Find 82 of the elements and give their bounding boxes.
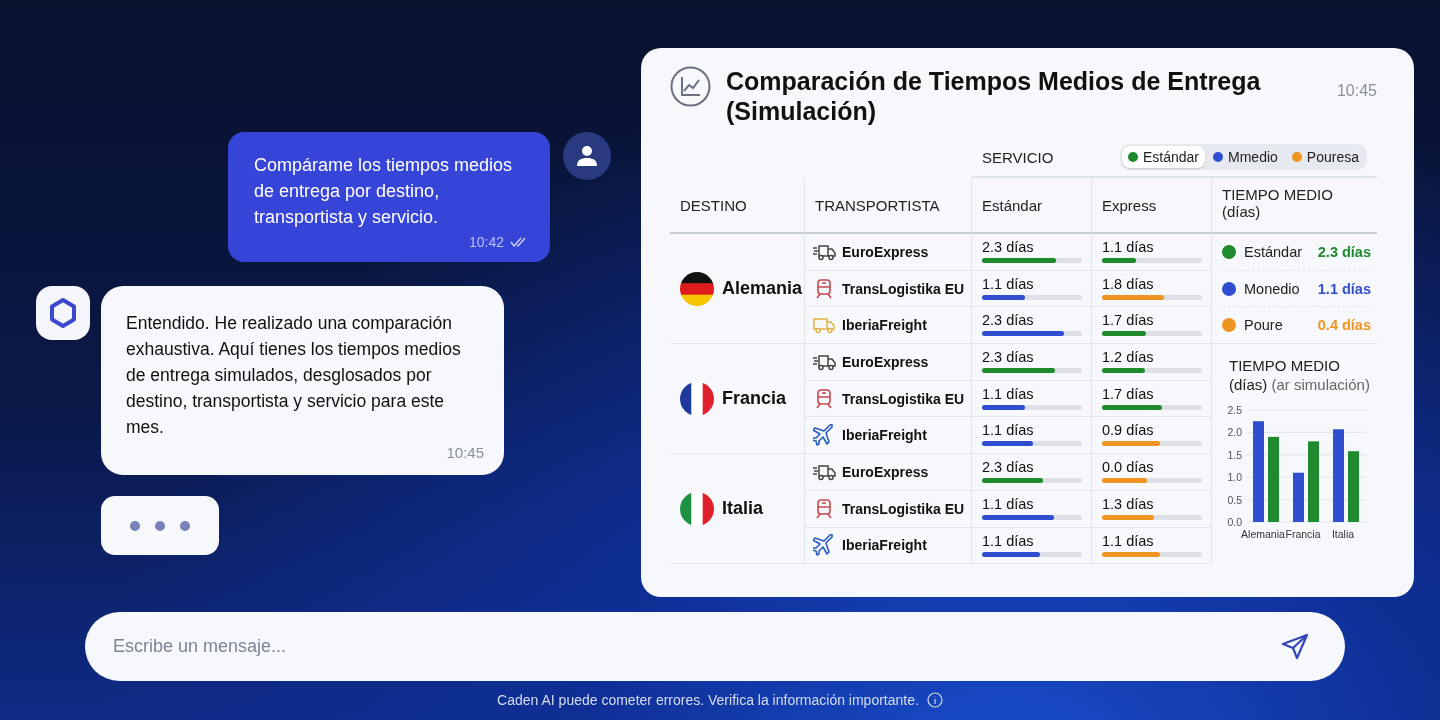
- axis-label: Francia: [1285, 528, 1321, 541]
- truck-icon: [812, 315, 836, 336]
- message-input-bar[interactable]: Escribe un mensaje...: [85, 612, 1345, 681]
- chart-bar: [1348, 451, 1359, 523]
- person-icon: [576, 145, 598, 167]
- train-icon: [814, 277, 834, 300]
- destination-name: Francia: [722, 388, 787, 410]
- delivery-time: 1.7 días: [1102, 385, 1155, 402]
- carrier-name: TransLogistika EU: [842, 390, 965, 407]
- summary-label: Monedio: [1244, 280, 1300, 297]
- delivery-time: 2.3 días: [982, 459, 1035, 476]
- axis-label: Italia: [1331, 528, 1355, 541]
- train-icon: [814, 387, 834, 410]
- delivery-time: 0.0 días: [1102, 459, 1155, 476]
- summary-value: 0.4 días: [1317, 317, 1371, 334]
- column-header: TIEMPO MEDIO (días): [1222, 186, 1334, 220]
- column-header: DESTINO: [680, 196, 747, 214]
- carrier-name: IberiaFreight: [842, 427, 927, 444]
- message-field[interactable]: Escribe un mensaje...: [111, 635, 1281, 658]
- axis-label: 0.5: [1227, 493, 1242, 506]
- carrier-name: EuroExpress: [842, 353, 929, 370]
- delivery-time: 1.8 días: [1102, 275, 1155, 292]
- send-button[interactable]: [1281, 632, 1309, 661]
- axis-label: 2.5: [1227, 404, 1242, 417]
- delivery-time: 1.2 días: [1102, 349, 1155, 366]
- destination-name: Alemania: [722, 278, 803, 300]
- column-header: Express: [1102, 196, 1157, 214]
- delivery-time: 1.7 días: [1102, 312, 1155, 329]
- disclaimer-text: Caden AI puede cometer errores. Verifica la información importante.: [497, 692, 919, 708]
- delivery-time: 1.3 días: [1102, 495, 1155, 512]
- flag-icon: [680, 491, 714, 526]
- typing-dots-icon: [129, 519, 191, 532]
- carrier-name: TransLogistika EU: [842, 280, 965, 297]
- delivery-time: 1.1 días: [982, 495, 1035, 512]
- delivery-time: 2.3 días: [982, 239, 1035, 255]
- summary-label: Poure: [1244, 317, 1283, 334]
- axis-label: 1.0: [1227, 471, 1242, 484]
- column-header: TRANSPORTISTA: [815, 196, 940, 214]
- info-icon[interactable]: [926, 692, 943, 708]
- carrier-name: IberiaFreight: [842, 317, 927, 334]
- flag-icon: [680, 381, 714, 416]
- delivery-time: 1.1 días: [982, 422, 1035, 439]
- chart-bar: [1293, 472, 1304, 523]
- summary-value: 1.1 días: [1317, 280, 1371, 297]
- delivery-time: 2.3 días: [982, 349, 1035, 366]
- delivery-time: 0.9 días: [1102, 422, 1155, 439]
- carrier-name: TransLogistika EU: [842, 500, 965, 517]
- summary-label: Estándar: [1244, 243, 1303, 260]
- delivery-time: 1.1 días: [1102, 239, 1155, 255]
- card-title: Comparación de Tiempos Medios de Entrega (Simulación): [726, 66, 1262, 126]
- delivery-time: 1.1 días: [982, 275, 1035, 292]
- send-icon: [1281, 632, 1309, 661]
- train-icon: [814, 497, 834, 520]
- delivery-time: 2.3 días: [982, 312, 1035, 329]
- line-chart-icon: [670, 66, 711, 107]
- delivery-time: 1.1 días: [982, 532, 1035, 549]
- axis-label: Alemania: [1241, 528, 1285, 541]
- chart-title: TIEMPO MEDIO (días) (ar simulación): [1229, 356, 1371, 395]
- airplane-icon: [813, 534, 835, 557]
- hexagon-icon: [48, 297, 78, 329]
- message-time: 10:42: [468, 234, 504, 250]
- destination-name: Italia: [722, 498, 764, 520]
- legend-item[interactable]: Pouresa: [1285, 146, 1365, 168]
- message-text: Compárame los tiempos medios de entrega por destino, transportista y servicio.: [254, 154, 514, 229]
- column-header: Estándar: [982, 196, 1043, 214]
- legend-item[interactable]: Estándar: [1122, 146, 1206, 168]
- summary-value: 2.3 días: [1317, 243, 1371, 260]
- delivery-time: 1.1 días: [1102, 532, 1155, 549]
- axis-label: 0.0: [1227, 516, 1242, 529]
- airplane-icon: [813, 424, 835, 447]
- legend-item[interactable]: Mmedio: [1207, 146, 1284, 168]
- message-time: 10:45: [446, 444, 484, 461]
- carrier-name: EuroExpress: [842, 463, 929, 480]
- axis-label: 1.5: [1227, 448, 1242, 461]
- flag-icon: [680, 271, 714, 306]
- carrier-name: IberiaFreight: [842, 537, 927, 554]
- axis-label: 2.0: [1227, 426, 1242, 439]
- message-text: Entendido. He realizado una comparación exhaustiva. Aquí tienes los tiempos medios de entrega simulados, desglosados por destino, transportista y servicio para este mes.: [126, 312, 462, 439]
- delivery-time: 1.1 días: [982, 385, 1035, 402]
- carrier-name: EuroExpress: [842, 243, 929, 260]
- column-group-header: SERVICIO: [982, 148, 1054, 166]
- card-time: 10:45: [1336, 82, 1377, 100]
